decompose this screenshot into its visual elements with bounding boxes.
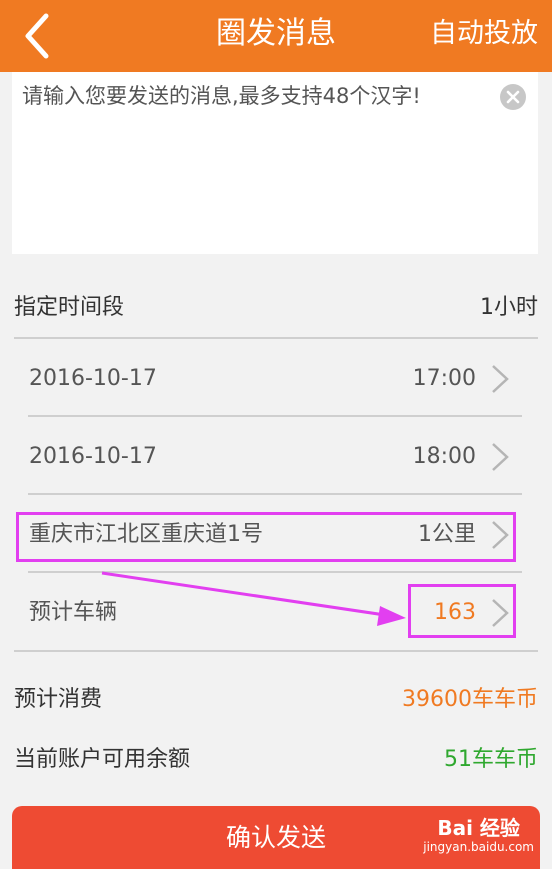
balance-value: 51车车币 bbox=[444, 747, 538, 772]
vehicle-estimate-label: 预计车辆 bbox=[29, 600, 118, 625]
auto-deliver-button[interactable]: 自动投放 bbox=[430, 14, 538, 54]
message-box bbox=[12, 72, 538, 254]
start-date: 2016-10-17 bbox=[29, 366, 157, 391]
start-time-row[interactable]: 2016-10-17 17:00 bbox=[14, 344, 538, 414]
chevron-left-icon bbox=[25, 13, 49, 59]
chevron-right-icon bbox=[492, 443, 509, 471]
estimated-cost-label: 预计消费 bbox=[14, 687, 103, 712]
time-period-row[interactable]: 指定时间段 1小时 bbox=[14, 288, 538, 328]
divider bbox=[14, 650, 538, 652]
divider bbox=[28, 415, 522, 417]
back-button[interactable] bbox=[16, 10, 66, 62]
divider bbox=[14, 337, 538, 339]
time-period-value: 1小时 bbox=[480, 295, 538, 320]
time-period-label: 指定时间段 bbox=[14, 295, 125, 320]
end-date: 2016-10-17 bbox=[29, 444, 157, 469]
end-time: 18:00 bbox=[412, 444, 476, 469]
chevron-right-icon bbox=[492, 365, 509, 393]
estimated-cost-value: 39600车车币 bbox=[402, 687, 538, 712]
header-bar: 圈发消息 自动投放 bbox=[0, 0, 552, 72]
balance-row: 当前账户可用余额 51车车币 bbox=[14, 740, 538, 780]
highlight-box-location bbox=[16, 512, 516, 562]
balance-label: 当前账户可用余额 bbox=[14, 747, 191, 772]
message-input[interactable] bbox=[22, 80, 482, 240]
confirm-send-button[interactable]: 确认发送 bbox=[12, 806, 540, 869]
divider bbox=[28, 493, 522, 495]
clear-message-button[interactable] bbox=[500, 84, 526, 110]
end-time-row[interactable]: 2016-10-17 18:00 bbox=[14, 422, 538, 492]
divider bbox=[28, 571, 522, 573]
start-time: 17:00 bbox=[412, 366, 476, 391]
estimated-cost-row: 预计消费 39600车车币 bbox=[14, 680, 538, 720]
highlight-box-vehicles bbox=[408, 584, 516, 638]
clear-circle-icon bbox=[500, 84, 526, 110]
